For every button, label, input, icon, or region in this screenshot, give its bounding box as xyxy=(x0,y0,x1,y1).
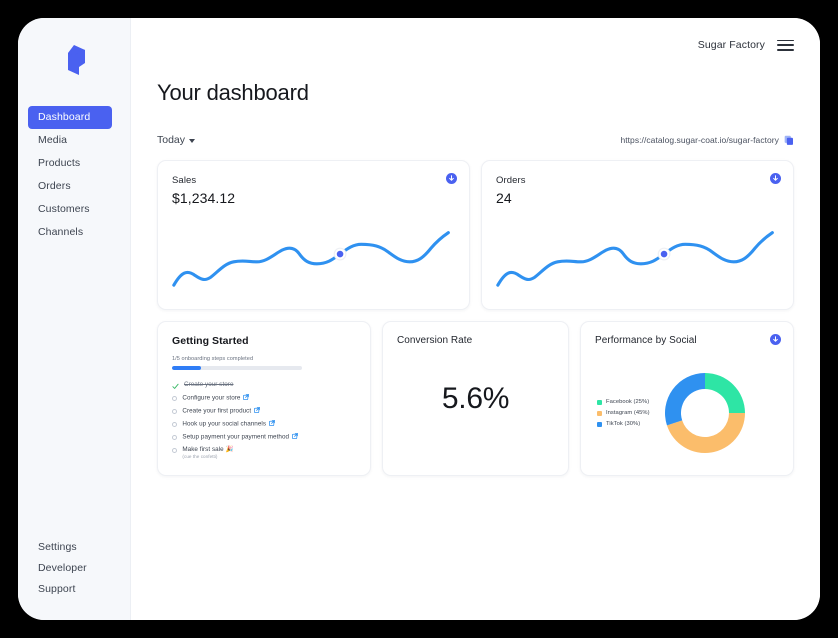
social-legend: Facebook (25%) Instagram (45%) TikTok (3… xyxy=(595,399,650,427)
sidebar-item-label: Media xyxy=(38,134,68,146)
circle-empty-icon xyxy=(172,409,178,415)
checklist-item-sublabel: (cue the confetti) xyxy=(182,454,218,459)
onboarding-progress-label: 1/5 onboarding steps completed xyxy=(172,356,254,362)
checklist-item-label: Create your store xyxy=(184,381,234,388)
checklist-item-label: Configure your store xyxy=(182,394,250,403)
sidebar: Dashboard Media Products Orders Customer… xyxy=(18,18,131,620)
sidebar-nav-primary: Dashboard Media Products Orders Customer… xyxy=(18,106,130,244)
app-window: Dashboard Media Products Orders Customer… xyxy=(18,18,820,620)
sidebar-item-customers[interactable]: Customers xyxy=(18,198,130,221)
conversion-rate-title: Conversion Rate xyxy=(397,335,473,346)
copy-icon[interactable] xyxy=(784,135,794,146)
chevron-down-icon xyxy=(189,139,196,143)
legend-swatch xyxy=(597,410,602,416)
legend-item: TikTok (30%) xyxy=(597,421,650,427)
main-content: Sugar Factory Your dashboard Today https… xyxy=(131,18,820,620)
sales-card-value: $1,234.12 xyxy=(172,190,236,206)
checklist-item[interactable]: Create your first product xyxy=(172,407,356,416)
sidebar-item-label: Customers xyxy=(38,203,90,215)
sidebar-item-developer[interactable]: Developer xyxy=(18,558,130,579)
sidebar-nav-footer: Settings Developer Support xyxy=(18,537,130,620)
sidebar-item-label: Developer xyxy=(38,562,87,574)
date-range-select[interactable]: Today xyxy=(157,134,196,146)
topbar: Sugar Factory xyxy=(157,18,794,72)
store-url[interactable]: https://catalog.sugar-coat.io/sugar-fact… xyxy=(620,135,779,145)
download-circle-icon[interactable] xyxy=(770,173,781,184)
legend-label: Facebook (25%) xyxy=(606,399,650,405)
cube-logo-icon xyxy=(68,45,85,75)
orders-sparkline xyxy=(496,231,774,287)
sales-card-label: Sales xyxy=(172,175,197,186)
legend-item: Facebook (25%) xyxy=(597,399,650,405)
performance-by-social-title: Performance by Social xyxy=(595,335,697,346)
store-url-block: https://catalog.sugar-coat.io/sugar-fact… xyxy=(620,135,794,146)
orders-card: Orders 24 xyxy=(481,160,794,310)
checklist-item-label: Hook up your social channels xyxy=(182,420,275,429)
store-name[interactable]: Sugar Factory xyxy=(698,39,765,51)
legend-label: TikTok (30%) xyxy=(606,421,641,427)
sidebar-item-products[interactable]: Products xyxy=(18,152,130,175)
page-title: Your dashboard xyxy=(157,80,309,105)
checklist-item-label: Setup payment your payment method xyxy=(182,433,298,442)
conversion-rate-card: Conversion Rate 5.6% xyxy=(382,321,569,476)
external-link-icon[interactable] xyxy=(292,433,298,439)
checklist-item[interactable]: Make first sale 🎉 (cue the confetti) xyxy=(172,446,356,460)
legend-swatch xyxy=(597,421,602,427)
sidebar-item-label: Dashboard xyxy=(38,111,91,123)
checklist-item[interactable]: Create your store xyxy=(172,381,356,390)
sidebar-item-label: Products xyxy=(38,157,81,169)
onboarding-progress-bar xyxy=(172,366,302,370)
circle-empty-icon xyxy=(172,435,178,441)
sales-card: Sales $1,234.12 xyxy=(157,160,470,310)
subbar: Today https://catalog.sugar-coat.io/suga… xyxy=(157,132,794,148)
conversion-rate-value: 5.6% xyxy=(441,382,510,415)
sidebar-item-orders[interactable]: Orders xyxy=(18,175,130,198)
sidebar-item-media[interactable]: Media xyxy=(18,129,130,152)
sidebar-item-label: Channels xyxy=(38,226,84,238)
sidebar-item-dashboard[interactable]: Dashboard xyxy=(28,106,112,129)
legend-swatch xyxy=(597,399,602,405)
social-chart-body: Facebook (25%) Instagram (45%) TikTok (3… xyxy=(595,370,779,456)
circle-empty-icon xyxy=(172,422,178,428)
checklist-item[interactable]: Configure your store xyxy=(172,394,356,403)
performance-by-social-card: Performance by Social Facebook (25%) Ins… xyxy=(580,321,794,476)
hamburger-menu-icon[interactable] xyxy=(777,39,794,51)
onboarding-progress-fill xyxy=(172,366,201,370)
logo[interactable] xyxy=(18,18,130,88)
external-link-icon[interactable] xyxy=(269,420,275,426)
sidebar-item-label: Orders xyxy=(38,180,71,192)
orders-card-value: 24 xyxy=(496,190,512,206)
sidebar-item-label: Support xyxy=(38,583,76,595)
sidebar-item-channels[interactable]: Channels xyxy=(18,221,130,244)
checklist-item-label: Make first sale 🎉 (cue the confetti) xyxy=(182,446,234,459)
checklist-item-label: Create your first product xyxy=(182,407,261,416)
donut-slice-facebook xyxy=(704,373,745,413)
checklist-item[interactable]: Hook up your social channels xyxy=(172,420,356,429)
getting-started-title: Getting Started xyxy=(172,335,249,347)
donut-slice-tiktok xyxy=(664,373,705,426)
sidebar-item-settings[interactable]: Settings xyxy=(18,537,130,558)
onboarding-checklist: Create your store Configure your store C… xyxy=(172,381,356,460)
sales-sparkline xyxy=(172,231,450,287)
external-link-icon[interactable] xyxy=(243,394,250,400)
download-circle-icon[interactable] xyxy=(770,334,781,345)
sidebar-item-support[interactable]: Support xyxy=(18,579,130,600)
download-circle-icon[interactable] xyxy=(446,173,457,184)
stats-row: Sales $1,234.12 Orders 24 xyxy=(157,160,794,310)
secondary-row: Getting Started 1/5 onboarding steps com… xyxy=(157,321,794,476)
date-range-label: Today xyxy=(157,134,186,146)
orders-card-label: Orders xyxy=(496,175,526,186)
circle-empty-icon xyxy=(172,448,178,454)
sidebar-item-label: Settings xyxy=(38,541,77,553)
check-icon xyxy=(172,383,179,389)
getting-started-card: Getting Started 1/5 onboarding steps com… xyxy=(157,321,371,476)
social-donut-chart xyxy=(664,373,745,453)
legend-item: Instagram (45%) xyxy=(597,410,650,416)
legend-label: Instagram (45%) xyxy=(606,410,650,416)
external-link-icon[interactable] xyxy=(254,407,261,413)
circle-empty-icon xyxy=(172,396,178,402)
checklist-item[interactable]: Setup payment your payment method xyxy=(172,433,356,442)
